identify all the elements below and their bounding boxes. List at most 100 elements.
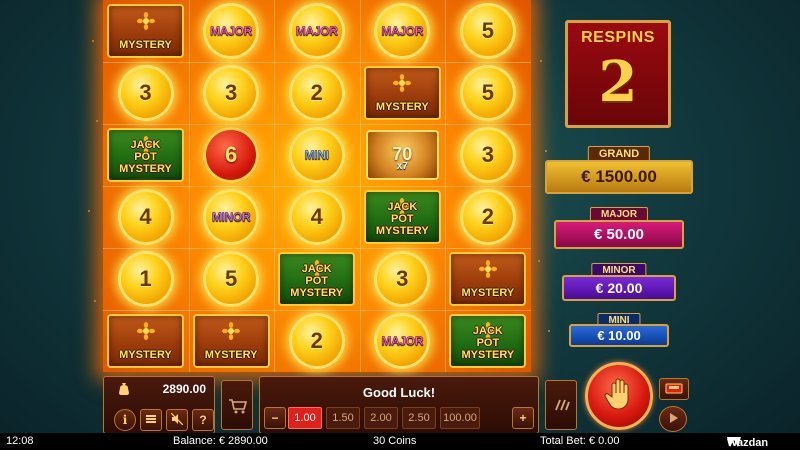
coin-value: 5 xyxy=(481,80,495,105)
jackpot-mystery-label: JACK POT MYSTERY xyxy=(290,263,344,299)
coin-value: 5 xyxy=(481,18,495,43)
respins-counter: RESPINS 2 xyxy=(565,20,671,128)
coin-value: 5 xyxy=(224,266,238,291)
mystery-symbol: MYSTERY xyxy=(103,0,188,62)
jackpot-mystery-box: JACK POT MYSTERY xyxy=(107,128,184,182)
info-button[interactable]: i xyxy=(114,409,136,431)
mystery-box: MYSTERY xyxy=(107,4,184,58)
coin-symbol: 4 xyxy=(103,186,188,248)
flower-icon xyxy=(222,322,241,340)
jackpot-major: MAJOR € 50.00 xyxy=(554,207,684,249)
help-button[interactable]: ? xyxy=(192,409,214,431)
coin-value: 3 xyxy=(224,80,238,105)
jackpot-coin-label: MINI xyxy=(304,148,329,162)
coin-symbol: 2 xyxy=(274,62,359,124)
flower-icon xyxy=(478,260,497,278)
help-icon: ? xyxy=(199,413,207,427)
coin-symbol: 5 xyxy=(189,248,274,310)
flower-icon xyxy=(393,74,412,92)
message-text: Good Luck! xyxy=(362,385,436,400)
pot-multiplier: x7 xyxy=(396,161,408,172)
bet-panel: Good Luck! − 1.00 1.50 2.00 2.50 100.00 … xyxy=(259,376,539,434)
jackpot-coin-label: MINOR xyxy=(211,210,251,224)
grid-line xyxy=(103,310,531,311)
bet-option-2[interactable]: 1.50 xyxy=(326,407,360,429)
jackpot-coin-symbol: MINI xyxy=(274,124,359,186)
buy-feature-button[interactable] xyxy=(221,380,253,430)
coin-symbol: 5 xyxy=(445,62,530,124)
jackpot-mystery-symbol: JACK POT MYSTERY xyxy=(274,248,359,310)
respins-label: RESPINS xyxy=(581,29,655,46)
coin-value: 3 xyxy=(139,80,152,105)
coin-symbol: 3 xyxy=(189,62,274,124)
jackpot-mystery-symbol: JACK POT MYSTERY xyxy=(103,124,188,186)
stop-button[interactable] xyxy=(585,362,653,430)
pot-box: 70 x7 xyxy=(365,130,439,180)
bet-option-3[interactable]: 2.00 xyxy=(364,407,398,429)
bet-minus-button[interactable]: − xyxy=(264,407,286,429)
coin-symbol: 3 xyxy=(445,124,530,186)
mystery-label: MYSTERY xyxy=(461,287,515,299)
autoplay-icon xyxy=(554,398,570,417)
jackpot-mystery-box: JACK POT MYSTERY xyxy=(363,190,441,244)
reel-grid: MYSTERY MAJOR MAJOR MAJOR 5 3 3 2 MYSTERY 5 JACK P… xyxy=(103,0,531,372)
bet-option-5[interactable]: 100.00 xyxy=(440,407,480,429)
jackpot-coin-symbol: MINOR xyxy=(189,186,274,248)
status-balance: Balance: € 2890.00 xyxy=(173,435,268,447)
jackpot-minor: MINOR € 20.00 xyxy=(562,263,676,301)
sound-button[interactable] xyxy=(166,409,188,431)
jackpot-coin-symbol: MAJOR xyxy=(360,310,445,372)
coin-value: 6 xyxy=(224,142,238,167)
coin-symbol: 3 xyxy=(103,62,188,124)
jackpot-major-amount: € 50.00 xyxy=(554,220,684,249)
jackpot-mini: MINI € 10.00 xyxy=(569,313,669,347)
jackpot-grand-amount: € 1500.00 xyxy=(545,160,693,194)
bet-plus-button[interactable]: + xyxy=(512,407,534,429)
bet-option-1[interactable]: 1.00 xyxy=(288,407,322,429)
coin: 3 xyxy=(203,65,260,121)
jackpot-coin-symbol: MAJOR xyxy=(274,0,359,62)
turbo-icon xyxy=(667,412,679,427)
mystery-label: MYSTERY xyxy=(119,39,172,51)
coin-value: 2 xyxy=(481,204,495,229)
coin: MAJOR xyxy=(374,313,431,369)
coin-value: 3 xyxy=(396,266,409,291)
coin: 2 xyxy=(288,65,345,121)
coin: 6 xyxy=(203,127,260,183)
flower-icon xyxy=(136,322,155,340)
sound-off-icon xyxy=(170,412,184,428)
turbo-button[interactable] xyxy=(659,406,687,432)
menu-icon xyxy=(146,413,156,427)
balance-amount: 2890.00 xyxy=(162,382,206,396)
mystery-label: MYSTERY xyxy=(204,349,258,361)
jackpot-mini-amount: € 10.00 xyxy=(569,324,669,347)
coin: MAJOR xyxy=(374,3,431,59)
coin-symbol: 1 xyxy=(103,248,188,310)
mystery-box: MYSTERY xyxy=(107,314,184,368)
menu-button[interactable] xyxy=(140,409,162,431)
coin: 5 xyxy=(459,3,516,59)
status-coins: 30 Coins xyxy=(373,435,417,447)
coin: MAJOR xyxy=(203,3,260,59)
bet-option-4[interactable]: 2.50 xyxy=(402,407,436,429)
jackpot-mystery-label: JACK POT MYSTERY xyxy=(375,201,429,237)
grid-line xyxy=(103,62,531,63)
minus-label: − xyxy=(271,411,279,425)
gamble-icon xyxy=(665,382,683,397)
coin: MINI xyxy=(288,127,345,183)
jackpot-mystery-box: JACK POT MYSTERY xyxy=(449,314,527,368)
coin-value: 4 xyxy=(139,204,152,229)
mystery-symbol: MYSTERY xyxy=(360,62,445,124)
mystery-box: MYSTERY xyxy=(449,252,527,306)
mystery-symbol: MYSTERY xyxy=(445,248,530,310)
coin: 5 xyxy=(203,251,260,307)
autoplay-button[interactable] xyxy=(545,380,577,430)
coin: 3 xyxy=(117,65,174,121)
gamble-button[interactable] xyxy=(659,378,689,400)
jackpot-mystery-symbol: JACK POT MYSTERY xyxy=(360,186,445,248)
cart-icon xyxy=(228,398,248,419)
coin-value: 1 xyxy=(139,266,152,291)
coin: 5 xyxy=(459,65,516,121)
jackpot-coin-symbol: MAJOR xyxy=(360,0,445,62)
coin: 3 xyxy=(459,127,516,183)
